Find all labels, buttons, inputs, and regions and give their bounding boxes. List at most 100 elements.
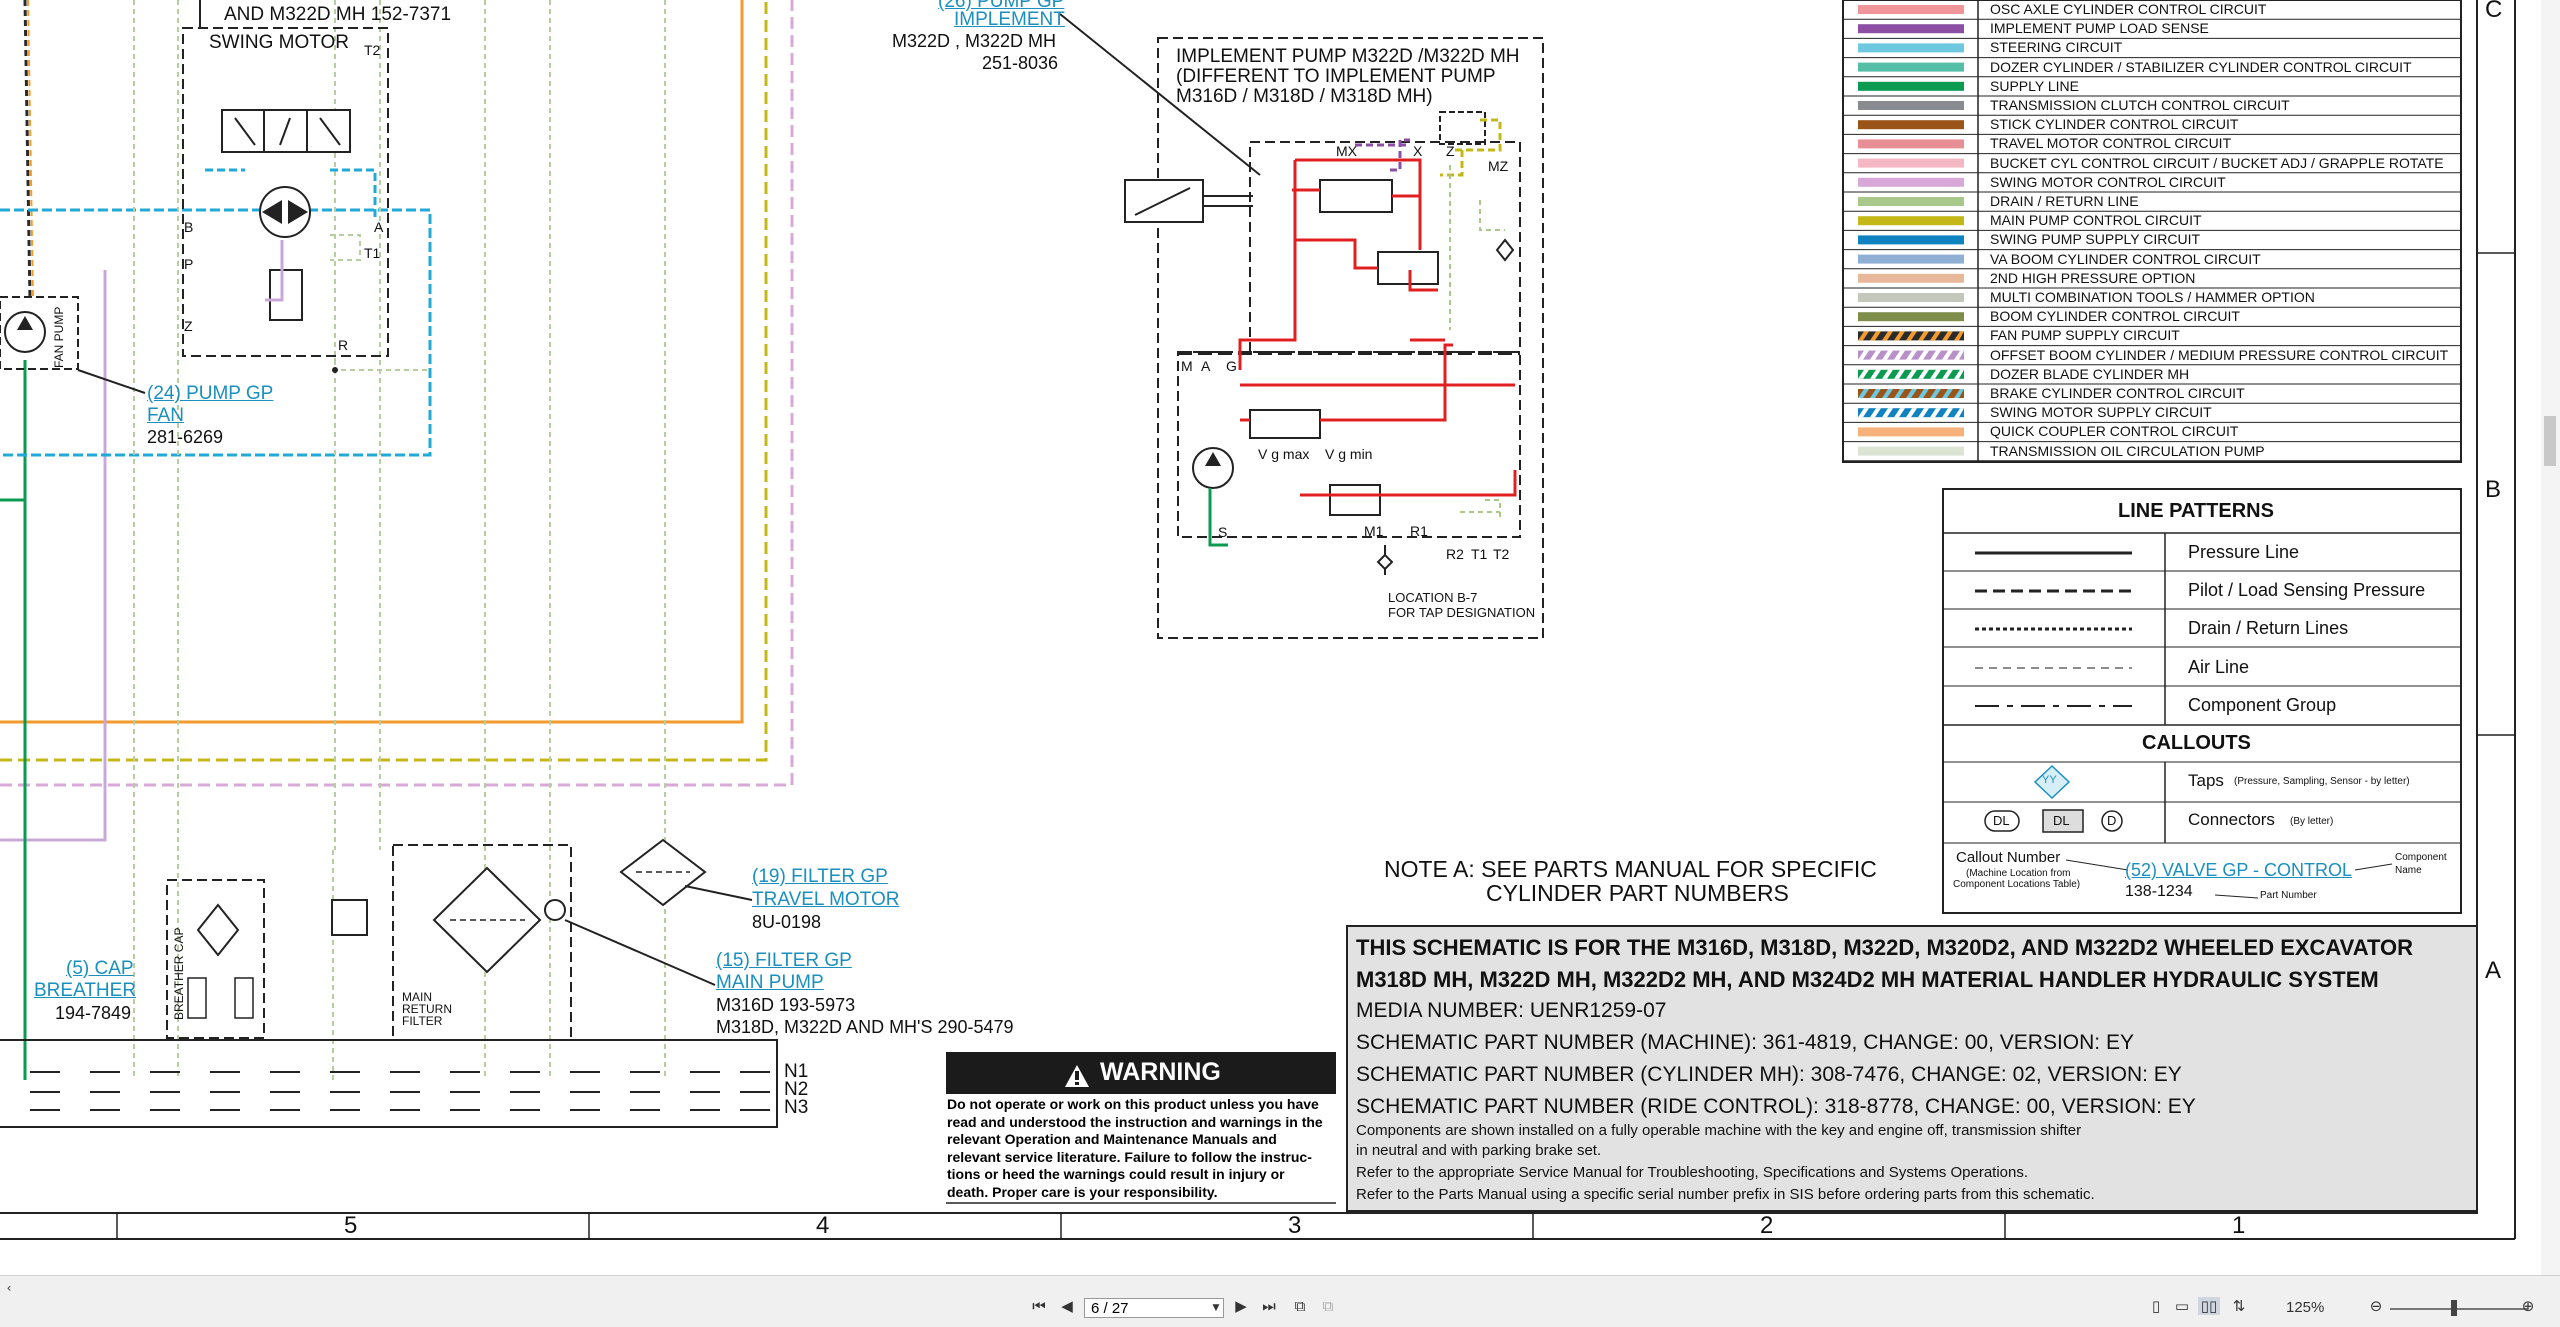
pattern-label: Air Line — [2188, 657, 2250, 677]
legend-swatch — [1858, 273, 1964, 283]
legend-label: MULTI COMBINATION TOOLS / HAMMER OPTION — [1990, 289, 2315, 305]
breather-callout-link[interactable]: (5) CAP — [66, 958, 134, 980]
implement-pump-part: 251-8036 — [982, 53, 1059, 73]
travel-filter-callout-link[interactable]: (19) FILTER GP — [752, 866, 888, 888]
last-page-icon[interactable]: ⏭ — [1258, 1297, 1280, 1315]
legend-label: BOOM CYLINDER CONTROL CIRCUIT — [1990, 308, 2240, 325]
warning-line: read and understood the instruction and … — [947, 1113, 1323, 1130]
connectors-note: (By letter) — [2290, 816, 2334, 827]
page-dropdown-chevron-icon[interactable]: ▼ — [1210, 1299, 1222, 1317]
pattern-label: Pressure Line — [2188, 542, 2300, 562]
connector-symbol: DL — [1993, 813, 2010, 828]
main-filter-name-link[interactable]: MAIN PUMP — [716, 972, 824, 994]
legend-swatch — [1858, 446, 1964, 456]
port-label: G — [1226, 358, 1237, 374]
legend-swatch — [1858, 43, 1964, 53]
scroll-left-arrow-icon[interactable]: ‹ — [2, 1279, 16, 1297]
vg-min-label: V g min — [1325, 446, 1373, 462]
legend-swatch — [1858, 312, 1964, 322]
previous-page-icon[interactable]: ◀ — [1058, 1297, 1076, 1315]
legend-swatch — [1858, 62, 1964, 72]
note-a: NOTE A: SEE PARTS MANUAL FOR SPECIFIC — [1384, 856, 1877, 882]
legend-label: MAIN PUMP CONTROL CIRCUIT — [1990, 212, 2202, 229]
line-patterns-title: LINE PATTERNS — [2118, 500, 2274, 522]
warning-line: Do not operate or work on this product u… — [947, 1096, 1319, 1112]
first-page-icon[interactable]: ⏮ — [1030, 1297, 1048, 1315]
warning-line: relevant service literature. Failure to … — [947, 1148, 1312, 1165]
legend-label: SWING MOTOR CONTROL CIRCUIT — [1990, 173, 2226, 190]
vertical-scroll-thumb[interactable] — [2544, 416, 2556, 466]
legend-label: QUICK COUPLER CONTROL CIRCUIT — [1990, 423, 2239, 440]
vertical-scrollbar[interactable] — [2541, 0, 2560, 1275]
legend-swatch — [1858, 24, 1964, 34]
implement-pump-models: M322D , M322D MH — [892, 31, 1057, 51]
legend-swatch — [1858, 216, 1964, 226]
continuous-page-icon[interactable]: ▭ — [2172, 1297, 2192, 1315]
schematic-part-ride: SCHEMATIC PART NUMBER (RIDE CONTROL): 31… — [1356, 1095, 2196, 1118]
main-filter-callout-link[interactable]: (15) FILTER GP — [716, 950, 852, 972]
swing-motor-part: AND M322D MH 152-7371 — [224, 4, 452, 25]
legend-label: FAN PUMP SUPPLY CIRCUIT — [1990, 327, 2180, 344]
port-label: R — [338, 337, 349, 353]
legend-label: SUPPLY LINE — [1990, 77, 2079, 94]
legend-swatch — [1858, 139, 1964, 149]
taps-note: (Pressure, Sampling, Sensor - by letter) — [2234, 776, 2410, 787]
port-label: T1 — [364, 245, 381, 261]
legend-swatch — [1858, 293, 1964, 302]
title-line-1: THIS SCHEMATIC IS FOR THE M316D, M318D, … — [1356, 935, 2414, 960]
fan-pump-symbol — [0, 296, 146, 394]
title-note: in neutral and with parking brake set. — [1356, 1142, 1602, 1159]
legend-swatch — [1858, 158, 1964, 168]
hydraulic-lines — [0, 0, 794, 1080]
component-label: Component — [2395, 852, 2447, 863]
legend-label: BRAKE CYLINDER CONTROL CIRCUIT — [1990, 385, 2245, 401]
implement-pump-name-link[interactable]: IMPLEMENT — [954, 9, 1065, 31]
row-label-b: B — [2485, 476, 2502, 503]
fan-pump-name-link[interactable]: FAN — [147, 405, 184, 427]
page-number-input[interactable]: 6 / 27 — [1084, 1298, 1224, 1318]
tap-symbol: YY — [2042, 774, 2057, 786]
port-label: T2 — [364, 42, 381, 58]
view-mode-alt-icon[interactable]: ⧉ — [1318, 1297, 1338, 1315]
legend-swatch — [1858, 101, 1964, 110]
note-a: CYLINDER PART NUMBERS — [1486, 880, 1789, 906]
port-label: B — [184, 219, 194, 235]
legend-label: VA BOOM CYLINDER CONTROL CIRCUIT — [1990, 250, 2261, 267]
column-label-1: 1 — [2232, 1212, 2246, 1239]
warning-line: relevant Operation and Maintenance Manua… — [947, 1131, 1277, 1147]
legend-label: DRAIN / RETURN LINE — [1990, 193, 2139, 209]
example-callout-link[interactable]: (52) VALVE GP - CONTROL — [2125, 860, 2352, 881]
scrolling-mode-icon[interactable]: ⇅ — [2228, 1297, 2250, 1315]
callout-number-label: Callout Number — [1956, 849, 2061, 866]
tank-port-n3: N3 — [784, 1097, 809, 1118]
port-label: T1 — [1471, 546, 1488, 562]
zoom-out-icon[interactable]: ⊖ — [2366, 1297, 2386, 1315]
legend-swatch — [1858, 254, 1964, 264]
location-note: FOR TAP DESIGNATION — [1388, 605, 1536, 620]
port-label: Z — [1446, 143, 1455, 159]
zoom-slider-track[interactable] — [2390, 1308, 2528, 1310]
breather-name-link[interactable]: BREATHER — [34, 980, 136, 1002]
zoom-level: 125% — [2286, 1299, 2325, 1316]
port-label: MZ — [1488, 158, 1509, 174]
title-note: Components are shown installed on a full… — [1356, 1122, 2082, 1139]
travel-filter-name-link[interactable]: TRAVEL MOTOR — [752, 889, 899, 911]
connector-symbol: DL — [2053, 813, 2070, 828]
column-label-2: 2 — [1760, 1212, 1774, 1239]
next-page-icon[interactable]: ▶ — [1232, 1297, 1250, 1315]
fan-pump-callout-link[interactable]: (24) PUMP GP — [147, 383, 273, 405]
legend-label: DOZER BLADE CYLINDER MH — [1990, 365, 2190, 382]
warning-line: tions or heed the warnings could result … — [947, 1166, 1285, 1182]
zoom-slider-handle[interactable] — [2451, 1300, 2457, 1316]
implement-pump-title: IMPLEMENT PUMP M322D /M322D MH — [1176, 46, 1520, 67]
breather-part: 194-7849 — [55, 1003, 132, 1023]
warning-text: Do not operate or work on this product u… — [947, 1096, 1337, 1201]
view-mode-icon[interactable]: ⧉ — [1290, 1297, 1310, 1315]
zoom-in-icon[interactable]: ⊕ — [2518, 1297, 2538, 1315]
fan-pump-label: FAN PUMP — [52, 306, 66, 368]
breather-cap-label: BREATHER CAP — [172, 927, 186, 1020]
two-page-icon[interactable]: ▯▯ — [2198, 1297, 2220, 1315]
single-page-icon[interactable]: ▯ — [2146, 1297, 2166, 1315]
port-label: R2 — [1446, 546, 1464, 562]
legend-label: IMPLEMENT PUMP LOAD SENSE — [1990, 20, 2209, 37]
